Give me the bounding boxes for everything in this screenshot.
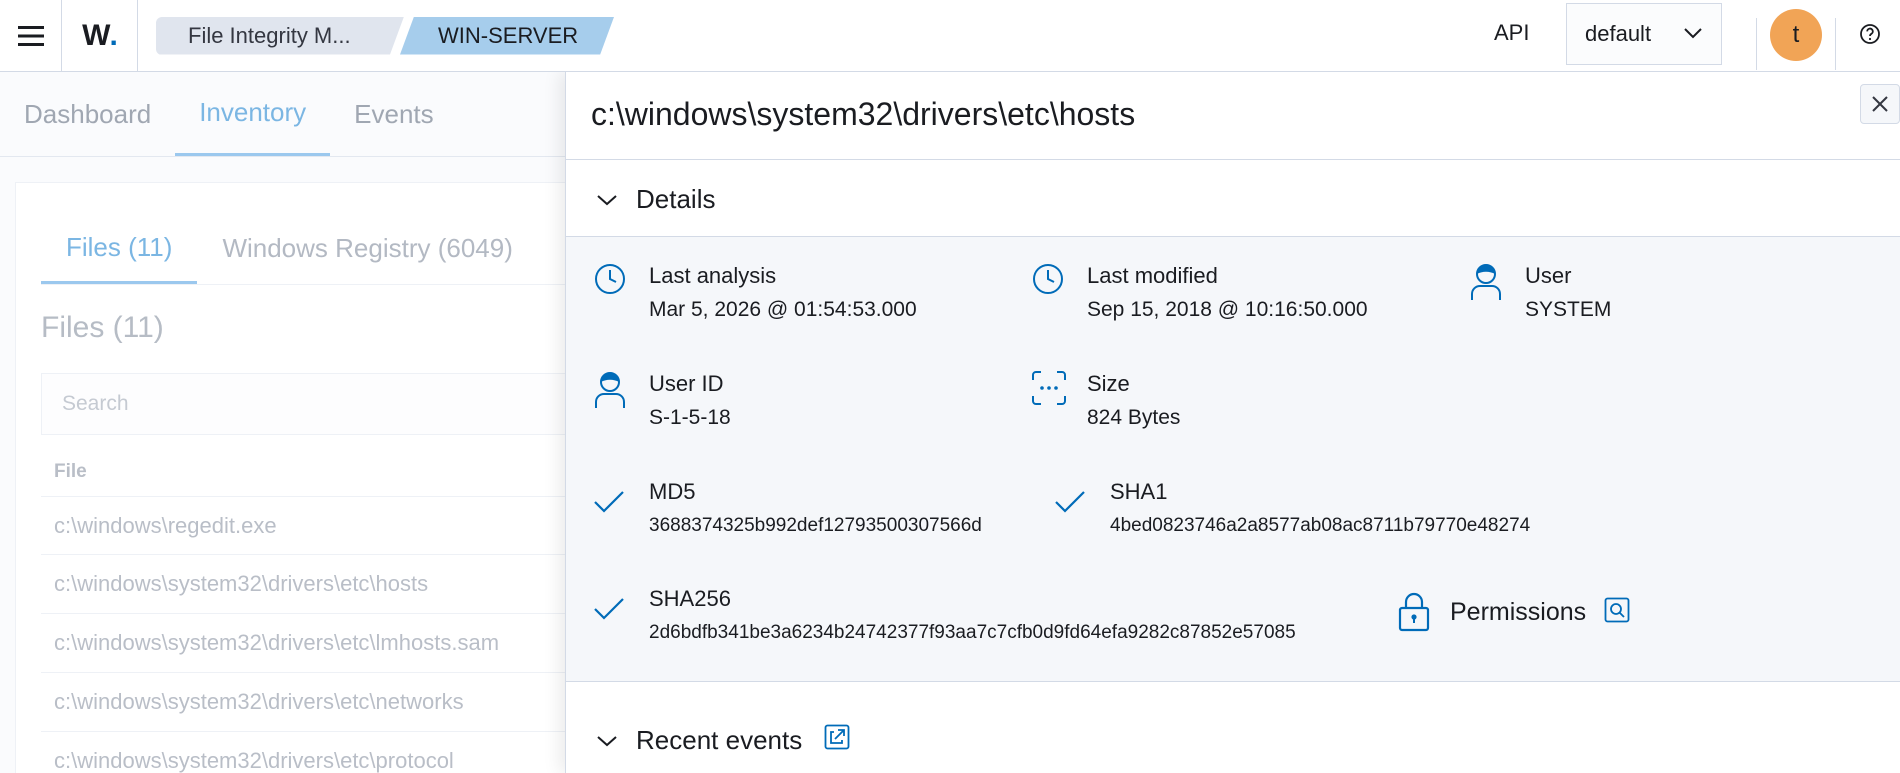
tab-events[interactable]: Events	[330, 72, 458, 156]
field-value: 2d6bdfb341be3a6234b24742377f93aa7c7cfb0d…	[649, 622, 1296, 643]
table-row[interactable]: c:\windows\system32\drivers\etc\protocol	[41, 731, 641, 773]
field-sha1: SHA1 4bed0823746a2a8577ab08ac8711b79770e…	[1054, 478, 1530, 540]
tab-inventory[interactable]: Inventory	[175, 72, 331, 156]
divider	[566, 681, 1900, 682]
field-label: MD5	[649, 479, 696, 504]
check-icon	[594, 598, 624, 620]
recent-events-label: Recent events	[636, 725, 803, 755]
api-link[interactable]: API	[1494, 20, 1529, 46]
logo-dot: .	[109, 18, 117, 52]
tab-windows-registry[interactable]: Windows Registry (6049)	[197, 213, 537, 284]
permissions-label: Permissions	[1450, 597, 1587, 626]
menu-button[interactable]	[0, 0, 62, 72]
divider	[566, 159, 1900, 160]
field-value: Sep 15, 2018 @ 10:16:50.000	[1087, 298, 1368, 321]
field-size: Size 824 Bytes	[1031, 370, 1180, 432]
search-input[interactable]: Search	[41, 373, 641, 435]
chevron-down-icon	[1684, 28, 1702, 39]
size-icon	[1032, 371, 1066, 405]
external-link-icon	[824, 724, 850, 750]
breadcrumb-label: WIN-SERVER	[438, 22, 579, 48]
avatar[interactable]: t	[1770, 9, 1822, 61]
header-divider	[1835, 18, 1836, 70]
permissions-field: Permissions	[1398, 592, 1630, 632]
field-value: Mar 5, 2026 @ 01:54:53.000	[649, 298, 917, 321]
inspect-icon	[1604, 597, 1630, 622]
field-label: User	[1525, 263, 1572, 288]
column-header-file[interactable]: File	[54, 461, 87, 483]
field-label: User ID	[649, 371, 724, 396]
details-section-label: Details	[636, 184, 716, 214]
user-icon	[1471, 264, 1501, 300]
table-row[interactable]: c:\windows\system32\drivers\etc\lmhosts.…	[41, 613, 641, 671]
field-label: Size	[1087, 371, 1130, 396]
table-row[interactable]: c:\windows\regedit.exe	[41, 496, 641, 554]
field-value: 3688374325b992def12793500307566d	[649, 515, 982, 536]
chevron-down-icon	[597, 735, 617, 746]
field-value: 4bed0823746a2a8577ab08ac8711b79770e48274	[1110, 515, 1531, 536]
avatar-initial: t	[1792, 21, 1800, 48]
field-sha256: SHA256 2d6bdfb341be3a6234b24742377f93aa7…	[593, 585, 1296, 647]
field-label: Last modified	[1087, 263, 1218, 288]
details-section-toggle[interactable]: Details	[596, 184, 715, 215]
files-title: Files (11)	[41, 311, 164, 344]
clock-icon	[1033, 264, 1063, 294]
open-events-button[interactable]	[824, 724, 868, 757]
chevron-down-icon	[597, 194, 617, 205]
inspect-permissions-button[interactable]	[1604, 597, 1630, 628]
field-value: 824 Bytes	[1087, 406, 1181, 429]
close-icon	[1872, 96, 1888, 112]
api-selector-value: default	[1585, 21, 1652, 46]
tab-files[interactable]: Files (11)	[41, 213, 198, 284]
inventory-panel: Files (11) Windows Registry (6049) Files…	[15, 182, 641, 773]
lock-icon	[1398, 592, 1430, 632]
breadcrumb-item-agent[interactable]: WIN-SERVER	[400, 17, 614, 55]
close-button[interactable]	[1860, 84, 1900, 124]
field-last-analysis: Last analysis Mar 5, 2026 @ 01:54:53.000	[593, 262, 917, 324]
logo-text: W	[82, 18, 110, 52]
field-user: User SYSTEM	[1469, 262, 1611, 324]
field-label: Last analysis	[649, 263, 777, 288]
help-icon	[1860, 24, 1880, 44]
breadcrumb-label: File Integrity M...	[188, 22, 351, 48]
field-last-modified: Last modified Sep 15, 2018 @ 10:16:50.00…	[1031, 262, 1368, 324]
field-value: SYSTEM	[1525, 298, 1612, 321]
file-details-flyout: c:\windows\system32\drivers\etc\hosts De…	[565, 72, 1900, 773]
check-icon	[1055, 491, 1085, 513]
check-icon	[594, 491, 624, 513]
api-selector[interactable]: default	[1566, 3, 1722, 65]
recent-events-section-toggle[interactable]: Recent events	[596, 724, 868, 757]
breadcrumb: File Integrity M... WIN-SERVER	[156, 0, 614, 72]
field-md5: MD5 3688374325b992def12793500307566d	[593, 478, 982, 540]
table-row[interactable]: c:\windows\system32\drivers\etc\networks	[41, 672, 641, 730]
field-label: SHA256	[649, 586, 731, 611]
field-value: S-1-5-18	[649, 406, 731, 429]
field-user-id: User ID S-1-5-18	[593, 370, 731, 432]
flyout-title: c:\windows\system32\drivers\etc\hosts	[591, 96, 1136, 132]
tab-dashboard[interactable]: Dashboard	[0, 72, 175, 156]
help-button[interactable]	[1858, 22, 1882, 51]
field-label: SHA1	[1110, 479, 1168, 504]
app-logo[interactable]: W.	[62, 0, 138, 72]
header-divider	[1756, 18, 1757, 70]
module-tabs: Dashboard Inventory Events	[0, 72, 458, 156]
breadcrumb-item-fim[interactable]: File Integrity M...	[156, 17, 404, 55]
inventory-tabs: Files (11) Windows Registry (6049)	[41, 213, 641, 285]
clock-icon	[595, 264, 625, 294]
hamburger-icon	[17, 25, 44, 46]
table-row[interactable]: c:\windows\system32\drivers\etc\hosts	[41, 554, 641, 612]
user-icon	[595, 372, 625, 408]
